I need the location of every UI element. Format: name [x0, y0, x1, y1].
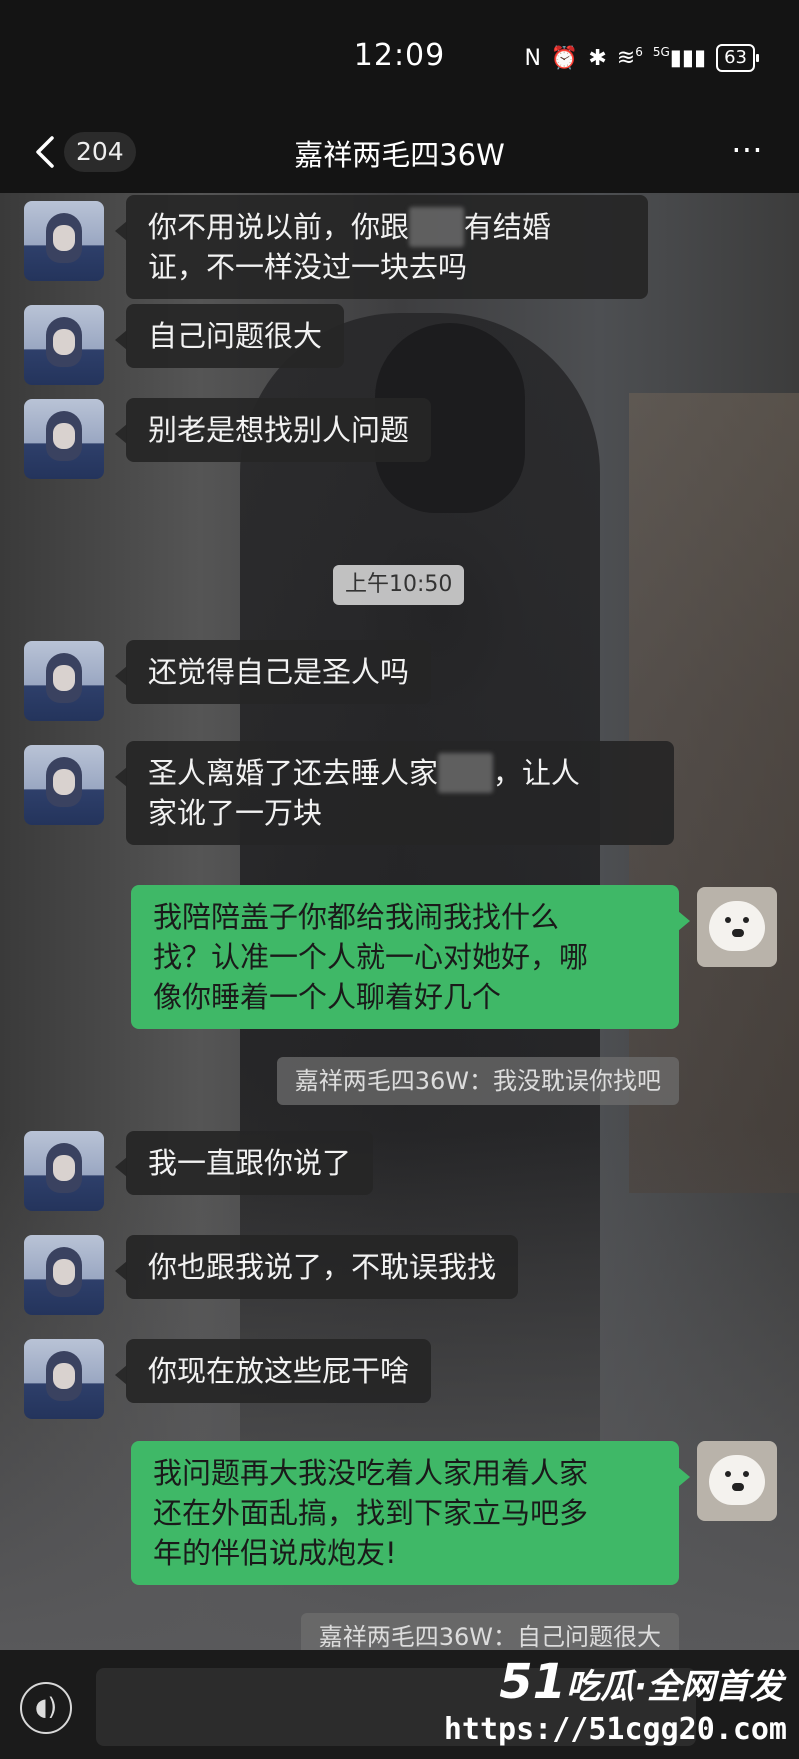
message-bubble-received[interactable]: 你不用说以前，你跟■■有结婚 证，不一样没过一块去吗 — [115, 195, 648, 299]
message-bubble-received[interactable]: 还觉得自己是圣人吗 — [114, 640, 432, 704]
status-bar: 12:09 N ⏰ ✱ ≋6 5G▮▮▮ 63 — [0, 0, 799, 110]
alarm-icon: ⏰ — [550, 45, 579, 71]
message-bubble-received[interactable]: 我一直跟你说了 — [114, 1131, 374, 1195]
bluetooth-icon: ✱ — [588, 45, 607, 71]
contact-avatar[interactable] — [24, 201, 104, 281]
wifi-icon: ≋6 — [616, 45, 643, 71]
chat-header: 204 嘉祥两毛四36W ⋯ — [0, 110, 799, 193]
battery-icon: 63 — [716, 44, 759, 72]
my-avatar[interactable] — [697, 887, 777, 967]
message-bubble-received[interactable]: 自己问题很大 — [114, 304, 345, 368]
chat-title: 嘉祥两毛四36W — [294, 138, 505, 172]
contact-avatar[interactable] — [24, 641, 104, 721]
voice-input-icon[interactable]: ◖) — [20, 1682, 72, 1734]
redacted-text: ■■ — [409, 207, 464, 247]
more-options-icon[interactable]: ⋯ — [731, 130, 765, 168]
redacted-text: ■■ — [438, 753, 493, 793]
message-bubble-received[interactable]: 别老是想找别人问题 — [114, 398, 432, 462]
message-bubble-sent[interactable]: 我问题再大我没吃着人家用着人家 还在外面乱搞，找到下家立马吧多 年的伴侣说成炮友… — [131, 1441, 690, 1585]
message-bubble-sent[interactable]: 我陪陪盖子你都给我闹我找什么 找？认准一个人就一心对她好，哪 像你睡着一个人聊着… — [131, 885, 690, 1029]
status-icons: N ⏰ ✱ ≋6 5G▮▮▮ 63 — [524, 44, 759, 72]
quoted-reply[interactable]: 嘉祥两毛四36W：自己问题很大 — [300, 1613, 679, 1650]
contact-avatar[interactable] — [24, 399, 104, 479]
message-bubble-received[interactable]: 你也跟我说了，不耽误我找 — [114, 1235, 519, 1299]
message-bubble-received[interactable]: 你现在放这些屁干啥 — [114, 1339, 432, 1403]
nfc-icon: N — [524, 45, 541, 71]
cellular-icon: 5G▮▮▮ — [652, 45, 707, 71]
contact-avatar[interactable] — [24, 1339, 104, 1419]
quoted-reply[interactable]: 嘉祥两毛四36W：我没耽误你找吧 — [276, 1057, 679, 1105]
contact-avatar[interactable] — [24, 1235, 104, 1315]
message-list[interactable]: 你不用说以前，你跟■■有结婚 证，不一样没过一块去吗 自己问题很大 别老是想找别… — [0, 193, 799, 1650]
watermark-url: https://51cgg20.com — [443, 1712, 787, 1747]
contact-avatar[interactable] — [24, 305, 104, 385]
contact-avatar[interactable] — [24, 745, 104, 825]
message-bubble-received[interactable]: 圣人离婚了还去睡人家■■，让人 家讹了一万块 — [115, 741, 674, 845]
watermark-brand: 51吃瓜·全网首发 — [499, 1654, 783, 1710]
my-avatar[interactable] — [697, 1441, 777, 1521]
contact-avatar[interactable] — [24, 1131, 104, 1211]
time-divider: 上午10:50 — [333, 565, 465, 605]
